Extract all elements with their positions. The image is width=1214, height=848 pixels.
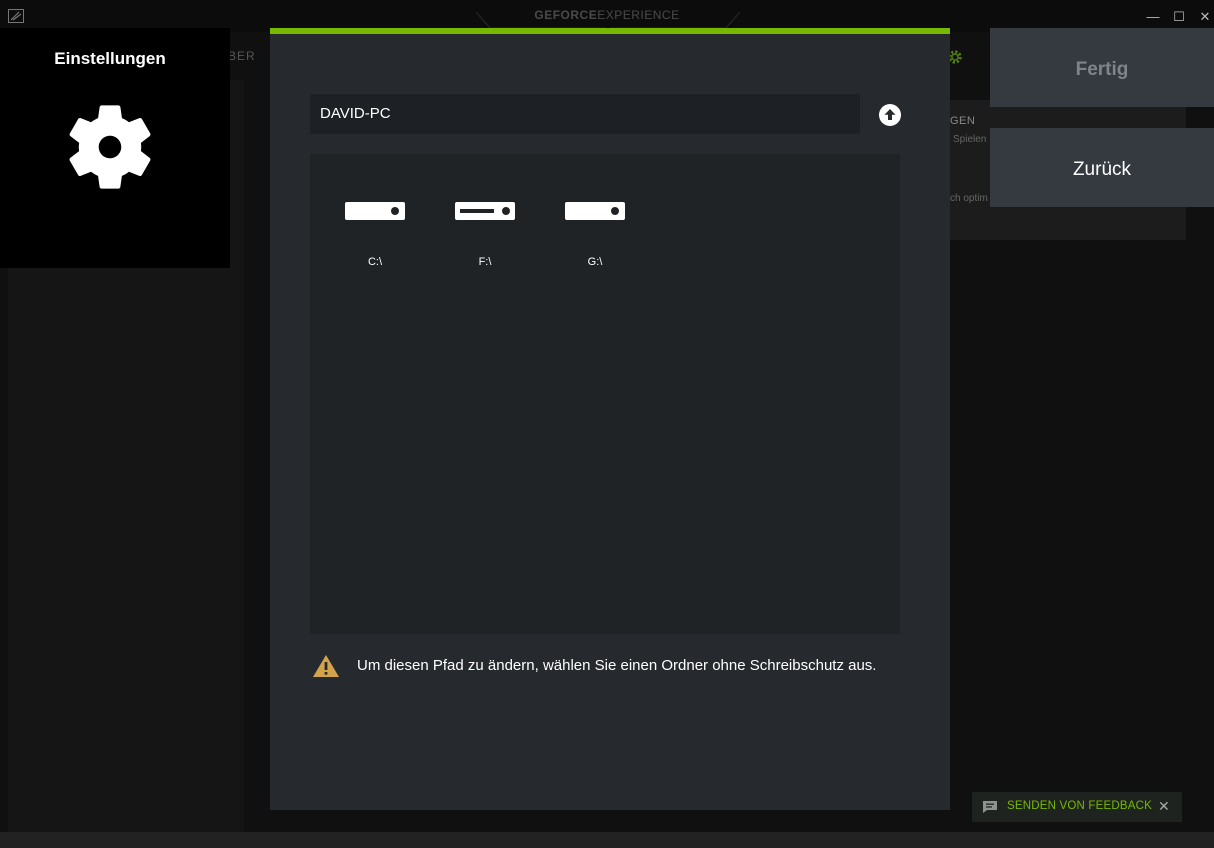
back-button[interactable]: Zurück: [990, 128, 1214, 207]
app-title-light: EXPERIENCE: [597, 8, 680, 22]
drive-list: C:\ F:\ G:\: [310, 154, 900, 634]
minimize-button[interactable]: —: [1145, 9, 1161, 25]
background-bottom-bar: [0, 832, 1214, 848]
feedback-bar[interactable]: SENDEN VON FEEDBACK ✕: [972, 792, 1182, 822]
dialog-accent-bar: [270, 28, 950, 34]
app-title: GEFORCEEXPERIENCE: [0, 8, 1214, 22]
drive-g[interactable]: G:\: [560, 200, 630, 280]
hard-drive-icon: [345, 202, 405, 220]
optical-drive-icon: [455, 202, 515, 220]
drive-label: G:\: [587, 256, 603, 268]
app-title-bold: GEFORCE: [534, 8, 598, 22]
current-path-field[interactable]: DAVID-PC: [310, 94, 860, 134]
drive-f[interactable]: F:\: [450, 200, 520, 280]
background-card-subtitle: Spielen: [953, 134, 987, 145]
close-window-button[interactable]: ✕: [1197, 9, 1213, 25]
drive-c[interactable]: C:\: [340, 200, 410, 280]
warning-triangle-icon: [313, 655, 339, 677]
read-only-warning: Um diesen Pfad zu ändern, wählen Sie ein…: [310, 654, 930, 680]
arrow-up-circle-icon[interactable]: [878, 103, 902, 127]
settings-title: Einstellungen: [54, 49, 166, 68]
warning-text: Um diesen Pfad zu ändern, wählen Sie ein…: [357, 657, 877, 674]
folder-picker-dialog: DAVID-PC C:\ F:\ G:\ Um diesen Pfad zu ä…: [270, 28, 950, 810]
settings-panel: Einstellungen: [0, 28, 230, 268]
comment-icon: [983, 801, 997, 813]
maximize-button[interactable]: ☐: [1171, 9, 1187, 25]
feedback-label[interactable]: SENDEN VON FEEDBACK: [1007, 800, 1152, 812]
drive-label: F:\: [478, 256, 492, 268]
drive-label: C:\: [367, 256, 383, 268]
feedback-close-button[interactable]: ✕: [1158, 798, 1170, 815]
gear-icon: [69, 105, 151, 189]
background-card-text: ch optim: [950, 193, 988, 204]
background-nav-item: BER: [228, 49, 256, 63]
background-card-title: GEN: [950, 115, 976, 127]
done-button[interactable]: Fertig: [990, 28, 1214, 107]
hard-drive-icon: [565, 202, 625, 220]
